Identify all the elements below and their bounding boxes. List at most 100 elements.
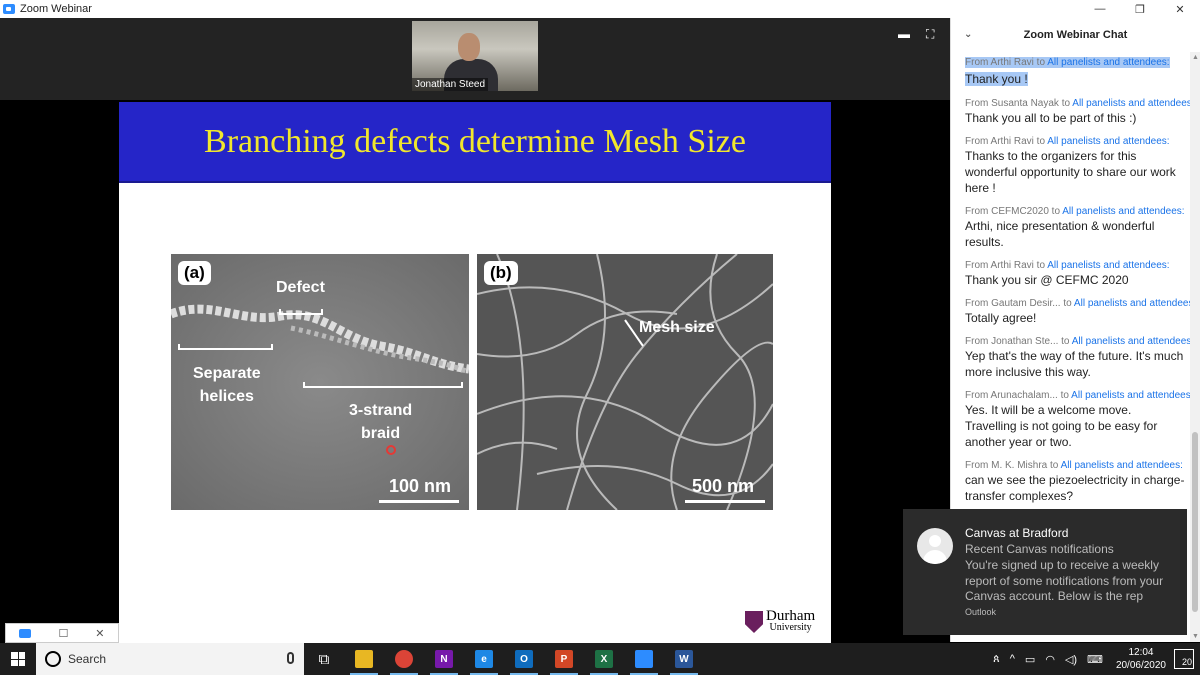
logo-sub: University [769,622,812,633]
chat-message-text: Arthi, nice presentation & wonderful res… [965,219,1155,249]
people-icon[interactable]: ጰ [993,653,1000,666]
recipient-link[interactable]: All panelists and attendees: [1047,57,1169,68]
notification-title: Canvas at Bradford [965,526,1069,540]
recipient-link[interactable]: All panelists and attendees: [1061,460,1183,471]
taskbar-search[interactable]: Search [36,643,304,675]
chat-message[interactable]: From Susanta Nayak to All panelists and … [965,98,1195,126]
microphone-icon[interactable] [287,652,294,664]
close-button[interactable]: ✕ [1160,0,1200,18]
recipient-link[interactable]: All panelists and attendees: [1074,298,1196,309]
chat-message-sender: From Gautam Desir... to All panelists an… [965,298,1196,309]
chat-message-list[interactable]: From Arthi Ravi to All panelists and att… [965,52,1196,514]
system-tray: ጰ ^ ▭ ◠ ◁) ⌨ 12:04 20/06/2020 20 [988,643,1200,675]
battery-icon[interactable]: ▭ [1025,653,1035,666]
notification-subtitle: Recent Canvas notifications [965,542,1114,556]
title-bar: Zoom Webinar — ❐ ✕ [0,0,1200,18]
outlook-icon: O [515,650,533,668]
volume-icon[interactable]: ◁) [1065,653,1077,666]
zoom-mini-window[interactable]: ☐ ✕ [5,623,119,643]
separate-helices-label: Separate helices [193,365,261,405]
mini-close-icon[interactable]: ✕ [95,627,104,640]
recipient-link[interactable]: All panelists and attendees: [1047,136,1169,147]
durham-logo: Durham University [745,608,816,634]
chat-message[interactable]: From Jonathan Ste... to All panelists an… [965,336,1194,380]
start-button[interactable] [0,643,36,675]
fullscreen-icon[interactable]: ⛶ [926,28,940,40]
scrollbar-thumb[interactable] [1192,432,1198,612]
clock[interactable]: 12:04 20/06/2020 [1116,646,1166,672]
speaker-view-icon[interactable]: ▬ [898,28,912,40]
outlook-taskbar-button[interactable]: O [504,643,544,675]
recipient-link[interactable]: All panelists and attendees: [1072,98,1194,109]
participant-video-thumbnail[interactable]: Jonathan Steed [412,21,538,91]
logo-name: Durham [766,608,816,624]
action-center-icon[interactable]: 20 [1174,649,1194,669]
helices-brace [178,344,273,350]
powerpoint-taskbar-button[interactable]: P [544,643,584,675]
zoom-mini-icon[interactable] [19,628,32,638]
notification-source: Outlook [965,607,997,617]
chat-message-text: can we see the piezoelectricity in charg… [965,473,1185,503]
excel-icon: X [595,650,613,668]
micrograph-panel-b: (b) Mesh size 500 nm [477,254,773,510]
chat-scrollbar[interactable]: ▲ ▼ [1190,52,1200,642]
word-taskbar-button[interactable]: W [664,643,704,675]
zoom-taskbar-button[interactable] [624,643,664,675]
minimize-button[interactable]: — [1080,0,1120,18]
chat-message[interactable]: From Arthi Ravi to All panelists and att… [965,52,1185,88]
chat-message-text: Yes. It will be a welcome move. Travelli… [965,403,1158,449]
participant-name: Jonathan Steed [412,78,489,91]
video-strip: Jonathan Steed ▬ ⛶ [0,18,950,100]
recipient-link[interactable]: All panelists and attendees: [1047,260,1169,271]
cortana-icon [45,651,61,667]
defect-brace [279,309,323,315]
sender-name: From Arthi Ravi to [965,260,1048,271]
recipient-link[interactable]: All panelists and attendees: [1071,390,1193,401]
chat-message-sender: From CEFMC2020 to All panelists and atte… [965,206,1185,217]
chrome-taskbar-button[interactable] [384,643,424,675]
participant-face [458,33,480,61]
mini-restore-icon[interactable]: ☐ [58,627,68,640]
micrograph-panel-a: (a) Defect Separate helices 3-strand bra… [171,254,469,510]
chat-message-text: Thank you ! [965,72,1028,86]
windows-icon [11,652,25,666]
chat-message[interactable]: From CEFMC2020 to All panelists and atte… [965,206,1185,250]
scale-bar-b [685,500,765,503]
maximize-button[interactable]: ❐ [1120,0,1160,18]
scale-bar-a [379,500,459,503]
task-view-taskbar-button[interactable]: ⧉ [304,643,344,675]
chat-message[interactable]: From Arthi Ravi to All panelists and att… [965,260,1185,288]
clock-time: 12:04 [1128,647,1154,658]
panel-a-label: (a) [178,261,211,285]
chat-message[interactable]: From Arunachalam... to All panelists and… [965,390,1193,450]
chat-message[interactable]: From M. K. Mishra to All panelists and a… [965,460,1185,504]
sender-name: From Jonathan Ste... to [965,336,1072,347]
recipient-link[interactable]: All panelists and attendees: [1072,336,1194,347]
slide-title: Branching defects determine Mesh Size [204,122,746,160]
wifi-icon[interactable]: ◠ [1045,653,1055,666]
clock-date: 20/06/2020 [1115,660,1166,671]
panel-b-label: (b) [484,261,518,285]
chat-message[interactable]: From Gautam Desir... to All panelists an… [965,298,1196,326]
chevron-down-icon[interactable]: ⌄ [964,29,972,40]
onenote-taskbar-button[interactable]: N [424,643,464,675]
file-explorer-taskbar-button[interactable] [344,643,384,675]
recipient-link[interactable]: All panelists and attendees: [1062,206,1184,217]
chat-message-text: Thank you sir @ CEFMC 2020 [965,273,1129,287]
chat-message[interactable]: From Arthi Ravi to All panelists and att… [965,136,1185,196]
notification-toast[interactable]: Canvas at Bradford Recent Canvas notific… [903,509,1187,635]
edge-taskbar-button[interactable]: e [464,643,504,675]
braid-label: 3-strand braid [349,402,413,442]
scroll-up-icon[interactable]: ▲ [1192,54,1199,61]
excel-taskbar-button[interactable]: X [584,643,624,675]
sender-name: From Arthi Ravi to [965,136,1048,147]
task-view-icon: ⧉ [318,650,330,668]
scroll-down-icon[interactable]: ▼ [1192,633,1199,640]
chat-message-sender: From Arthi Ravi to All panelists and att… [965,260,1185,271]
mesh-size-label: Mesh size [639,319,715,336]
chat-message-sender: From Arthi Ravi to All panelists and att… [965,57,1170,68]
chrome-icon [395,650,413,668]
chevron-up-icon[interactable]: ^ [1010,653,1015,665]
keyboard-icon[interactable]: ⌨ [1087,653,1103,666]
notification-body: You're signed up to receive a weekly rep… [965,558,1164,603]
